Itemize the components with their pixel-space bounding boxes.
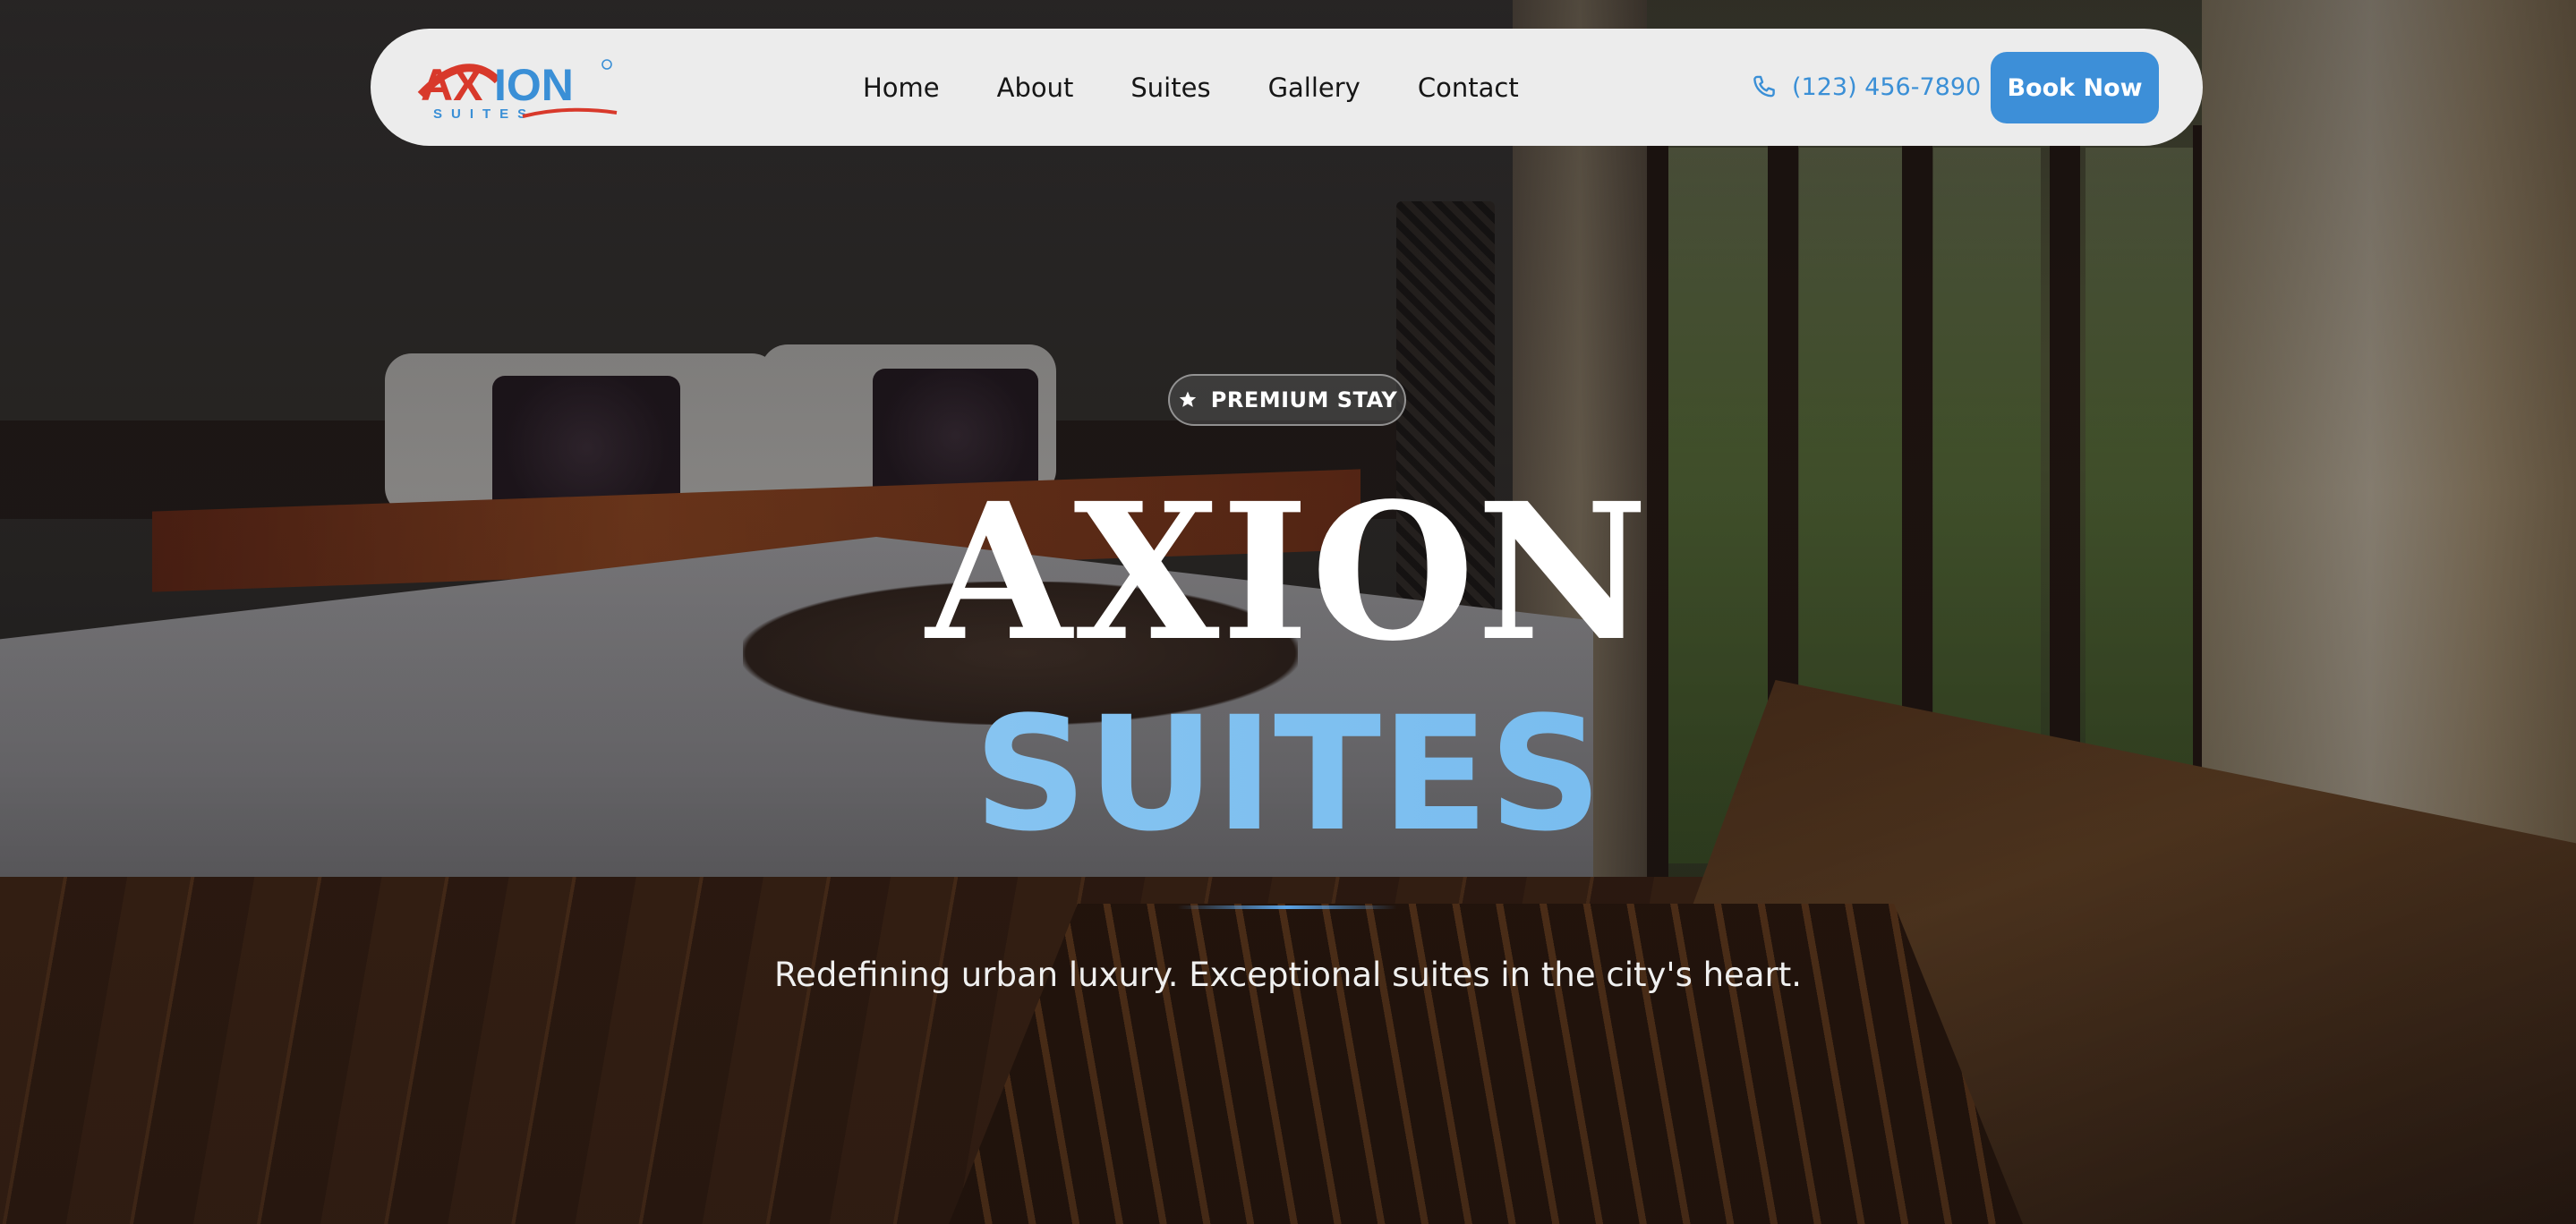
phone-icon — [1753, 75, 1775, 97]
nav-link-gallery[interactable]: Gallery — [1268, 72, 1361, 103]
phone-link[interactable]: (123) 456-7890 — [1749, 29, 1981, 146]
svg-text:ION: ION — [494, 60, 574, 110]
hero-section: AX ION SUITES Home About Suites Gallery … — [0, 0, 2576, 1224]
nav-link-home[interactable]: Home — [863, 72, 940, 103]
brand-logo[interactable]: AX ION SUITES — [415, 54, 630, 125]
nav-link-about[interactable]: About — [997, 72, 1074, 103]
book-now-button[interactable]: Book Now — [1991, 52, 2159, 123]
svg-text:SUITES: SUITES — [433, 106, 535, 122]
nav-link-contact[interactable]: Contact — [1418, 72, 1519, 103]
hero-tagline: Redefining urban luxury. Exceptional sui… — [774, 956, 1802, 994]
nav-links: Home About Suites Gallery Contact — [863, 29, 1519, 146]
nav-link-suites[interactable]: Suites — [1130, 72, 1210, 103]
hero-title: AXION — [925, 462, 1651, 683]
badge-label: PREMIUM STAY — [1210, 387, 1398, 412]
hero-subtitle: SUITES — [0, 696, 2576, 854]
navbar: AX ION SUITES Home About Suites Gallery … — [371, 29, 2203, 146]
axion-suites-logo-icon: AX ION SUITES — [417, 59, 618, 122]
svg-text:AX: AX — [421, 60, 482, 110]
premium-stay-badge: PREMIUM STAY — [1168, 374, 1406, 426]
phone-number: (123) 456-7890 — [1792, 73, 1982, 101]
hero-divider — [1177, 905, 1397, 909]
star-icon — [1179, 391, 1196, 407]
